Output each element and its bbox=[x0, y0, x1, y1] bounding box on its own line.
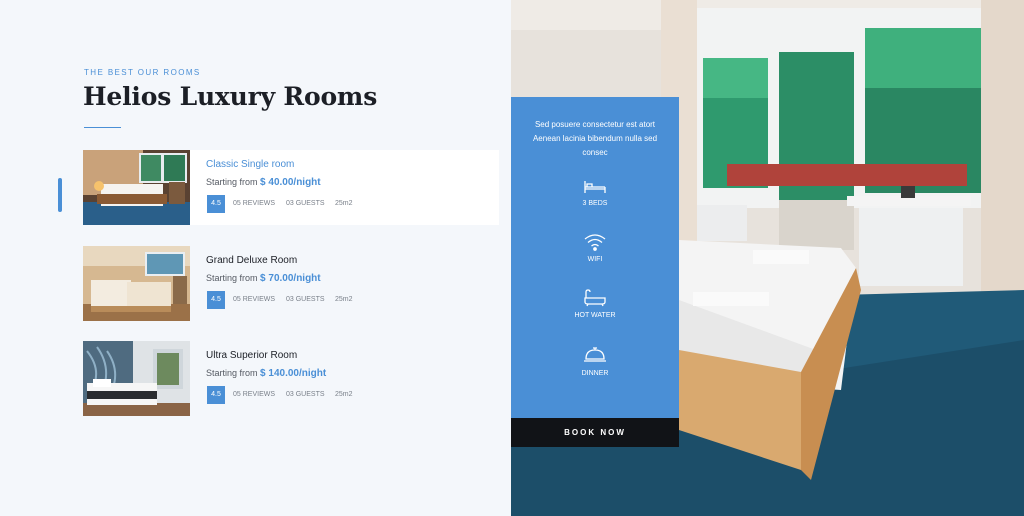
room-price: $ 40.00/night bbox=[260, 177, 321, 188]
active-room-indicator bbox=[58, 178, 62, 212]
room-name[interactable]: Grand Deluxe Room bbox=[206, 255, 297, 266]
price-prefix: Starting from bbox=[206, 273, 258, 283]
cloche-icon bbox=[511, 345, 679, 365]
feature-wifi: WIFI bbox=[511, 233, 679, 263]
guest-count: 03 GUESTS bbox=[286, 296, 325, 303]
price-prefix: Starting from bbox=[206, 368, 258, 378]
room-name[interactable]: Classic Single room bbox=[206, 159, 294, 170]
panel-description: Sed posuere consectetur est atort Aenean… bbox=[532, 120, 658, 157]
book-now-button[interactable]: BOOK NOW bbox=[511, 418, 679, 447]
rating-badge: 4.5 bbox=[207, 195, 225, 213]
room-name[interactable]: Ultra Superior Room bbox=[206, 350, 297, 361]
guest-count: 03 GUESTS bbox=[286, 391, 325, 398]
review-count: 05 REVIEWS bbox=[233, 200, 276, 207]
room-card-ultra-superior[interactable]: Ultra Superior Room Starting from $ 140.… bbox=[83, 341, 499, 416]
room-price-line: Starting from $ 70.00/night bbox=[206, 273, 321, 284]
guest-count: 03 GUESTS bbox=[286, 200, 325, 207]
room-thumbnail[interactable] bbox=[83, 150, 190, 225]
room-features-panel: Sed posuere consectetur est atort Aenean… bbox=[511, 97, 679, 418]
section-title: Helios Luxury Rooms bbox=[83, 82, 378, 111]
feature-beds: 3 BEDS bbox=[511, 179, 679, 207]
rating-badge: 4.5 bbox=[207, 291, 225, 309]
bathtub-icon bbox=[511, 289, 679, 307]
review-count: 05 REVIEWS bbox=[233, 296, 276, 303]
room-price: $ 140.00/night bbox=[260, 368, 327, 379]
feature-dinner: DINNER bbox=[511, 345, 679, 377]
room-card-grand-deluxe[interactable]: Grand Deluxe Room Starting from $ 70.00/… bbox=[83, 246, 499, 321]
price-prefix: Starting from bbox=[206, 177, 258, 187]
feature-label: HOT WATER bbox=[574, 312, 616, 319]
rooms-section: THE BEST OUR ROOMS Helios Luxury Rooms C… bbox=[0, 0, 511, 516]
room-thumbnail[interactable] bbox=[83, 246, 190, 321]
room-card-classic-single[interactable]: Classic Single room Starting from $ 40.0… bbox=[83, 150, 499, 225]
room-size: 25m2 bbox=[335, 391, 353, 398]
bed-icon bbox=[511, 179, 679, 195]
section-eyebrow: THE BEST OUR ROOMS bbox=[84, 68, 201, 77]
feature-label: WIFI bbox=[587, 256, 603, 263]
room-size: 25m2 bbox=[335, 296, 353, 303]
room-price: $ 70.00/night bbox=[260, 273, 321, 284]
room-thumbnail[interactable] bbox=[83, 341, 190, 416]
room-size: 25m2 bbox=[335, 200, 353, 207]
room-price-line: Starting from $ 140.00/night bbox=[206, 368, 326, 379]
room-price-line: Starting from $ 40.00/night bbox=[206, 177, 321, 188]
review-count: 05 REVIEWS bbox=[233, 391, 276, 398]
wifi-icon bbox=[511, 233, 679, 251]
feature-hot-water: HOT WATER bbox=[511, 289, 679, 319]
rating-badge: 4.5 bbox=[207, 386, 225, 404]
title-divider bbox=[84, 127, 121, 128]
feature-label: DINNER bbox=[581, 370, 609, 377]
feature-label: 3 BEDS bbox=[582, 200, 608, 207]
